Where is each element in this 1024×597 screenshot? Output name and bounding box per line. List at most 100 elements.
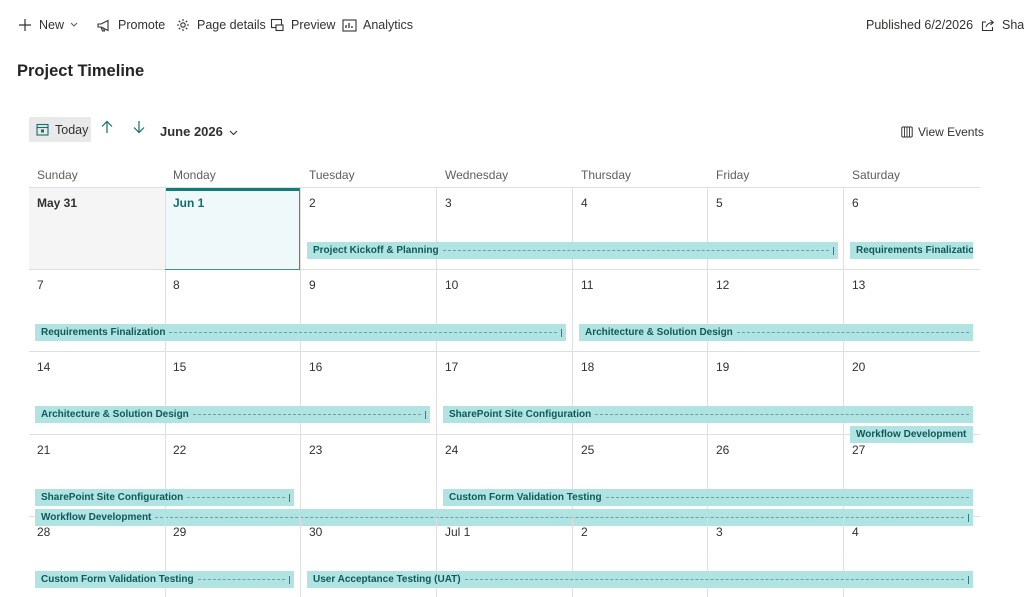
preview-button[interactable]: Preview: [269, 16, 335, 34]
day-cell[interactable]: 7: [37, 278, 44, 292]
plus-icon: [17, 17, 33, 33]
day-cell[interactable]: 3: [716, 525, 723, 539]
event-bar[interactable]: SharePoint Site Configuration: [443, 406, 973, 423]
day-cell[interactable]: 22: [173, 443, 186, 457]
share-icon: [980, 17, 996, 33]
list-view-icon: [901, 126, 913, 138]
analytics-icon: [341, 17, 357, 33]
day-cell[interactable]: 2: [309, 196, 316, 210]
day-cell[interactable]: 15: [173, 360, 186, 374]
new-button[interactable]: New: [17, 16, 78, 34]
day-cell[interactable]: 9: [309, 278, 316, 292]
day-cell[interactable]: 2: [581, 525, 588, 539]
weekday-wednesday: Wednesday: [445, 168, 509, 182]
day-cell[interactable]: 18: [581, 360, 594, 374]
command-bar: New Promote Page details Preview Analyti…: [0, 0, 1024, 50]
day-cell[interactable]: 4: [581, 196, 588, 210]
chevron-down-icon: [229, 124, 238, 139]
event-title: User Acceptance Testing (UAT): [313, 574, 463, 585]
day-cell[interactable]: 19: [716, 360, 729, 374]
event-bar[interactable]: SharePoint Site Configuration: [35, 489, 294, 506]
event-title: Architecture & Solution Design: [585, 327, 735, 338]
day-cell[interactable]: Jul 1: [445, 525, 470, 539]
arrow-up-icon: [100, 120, 114, 139]
megaphone-icon: [96, 17, 112, 33]
event-bar[interactable]: Architecture & Solution Design: [35, 406, 430, 423]
day-cell[interactable]: 12: [716, 278, 729, 292]
day-cell[interactable]: 11: [581, 278, 593, 292]
weekday-header: Sunday Monday Tuesday Wednesday Thursday…: [29, 160, 980, 188]
event-bar[interactable]: User Acceptance Testing (UAT): [307, 571, 973, 588]
weekday-sunday: Sunday: [37, 168, 78, 182]
event-title: Custom Form Validation Testing: [41, 574, 196, 585]
view-events-label: View Events: [918, 125, 984, 139]
weekday-thursday: Thursday: [581, 168, 632, 182]
day-cell[interactable]: 5: [716, 196, 723, 210]
day-cell[interactable]: 21: [37, 443, 50, 457]
share-button[interactable]: Share: [980, 16, 1024, 34]
gear-icon: [175, 17, 191, 33]
today-label: Today: [55, 122, 89, 137]
page-details-button[interactable]: Page details: [175, 16, 266, 34]
view-events-button[interactable]: View Events: [901, 125, 984, 139]
event-title: Workflow Development: [856, 429, 969, 440]
day-cell[interactable]: 4: [852, 525, 859, 539]
month-calendar: Sunday Monday Tuesday Wednesday Thursday…: [29, 160, 980, 597]
promote-button[interactable]: Promote: [96, 16, 165, 34]
event-bar[interactable]: Architecture & Solution Design: [579, 324, 973, 341]
day-cell[interactable]: 26: [716, 443, 729, 457]
day-cell[interactable]: 30: [309, 525, 322, 539]
event-title: Architecture & Solution Design: [41, 409, 191, 420]
weekday-friday: Friday: [716, 168, 750, 182]
weekday-tuesday: Tuesday: [309, 168, 355, 182]
event-title: Workflow Development: [41, 512, 154, 523]
event-bar[interactable]: Project Kickoff & Planning: [307, 242, 838, 259]
arrow-down-icon: [132, 120, 146, 139]
next-month-button[interactable]: [131, 120, 147, 139]
event-title: Custom Form Validation Testing: [449, 492, 604, 503]
month-picker[interactable]: June 2026: [160, 124, 238, 139]
share-label: Share: [1002, 18, 1024, 32]
preview-label: Preview: [291, 18, 336, 32]
event-title: Requirements Finalization: [856, 245, 973, 256]
day-cell[interactable]: 3: [445, 196, 452, 210]
event-title: Requirements Finalization: [41, 327, 168, 338]
day-cell[interactable]: 17: [445, 360, 458, 374]
event-title: Project Kickoff & Planning: [313, 245, 441, 256]
day-cell[interactable]: 25: [581, 443, 594, 457]
chevron-down-icon: [70, 22, 78, 28]
previous-month-button[interactable]: [99, 120, 115, 139]
published-label: Published 6/2/2026: [866, 18, 974, 32]
day-cell[interactable]: 10: [445, 278, 458, 292]
day-cell[interactable]: 23: [309, 443, 322, 457]
day-cell[interactable]: 6: [852, 196, 859, 210]
event-title: SharePoint Site Configuration: [41, 492, 186, 503]
calendar-today-icon: [36, 123, 49, 136]
event-title: SharePoint Site Configuration: [449, 409, 594, 420]
preview-icon: [269, 17, 285, 33]
week-row: 28 29 30 Jul 1 2 3 4 Custom Form Validat…: [29, 517, 980, 597]
week-row: 14 15 16 17 18 19 20 Architecture & Solu…: [29, 352, 980, 443]
day-cell[interactable]: 14: [37, 360, 50, 374]
page-details-label: Page details: [197, 18, 266, 32]
day-cell[interactable]: 8: [173, 278, 180, 292]
day-cell[interactable]: 16: [309, 360, 322, 374]
day-cell[interactable]: 29: [173, 525, 186, 539]
event-bar[interactable]: Custom Form Validation Testing: [35, 571, 294, 588]
analytics-label: Analytics: [363, 18, 414, 32]
day-cell[interactable]: 27: [852, 443, 865, 457]
day-cell[interactable]: May 31: [37, 196, 77, 210]
event-bar[interactable]: Requirements Finalization: [35, 324, 566, 341]
day-cell[interactable]: 28: [37, 525, 50, 539]
event-bar[interactable]: Custom Form Validation Testing: [443, 489, 973, 506]
day-cell[interactable]: Jun 1: [173, 196, 204, 210]
day-cell[interactable]: 20: [852, 360, 865, 374]
analytics-button[interactable]: Analytics: [341, 16, 413, 34]
promote-label: Promote: [118, 18, 166, 32]
month-label: June 2026: [160, 124, 223, 139]
page-title: Project Timeline: [17, 62, 145, 80]
today-button[interactable]: Today: [29, 117, 91, 142]
day-cell[interactable]: 24: [445, 443, 458, 457]
event-bar[interactable]: Requirements Finalization: [850, 242, 973, 259]
day-cell[interactable]: 13: [852, 278, 865, 292]
